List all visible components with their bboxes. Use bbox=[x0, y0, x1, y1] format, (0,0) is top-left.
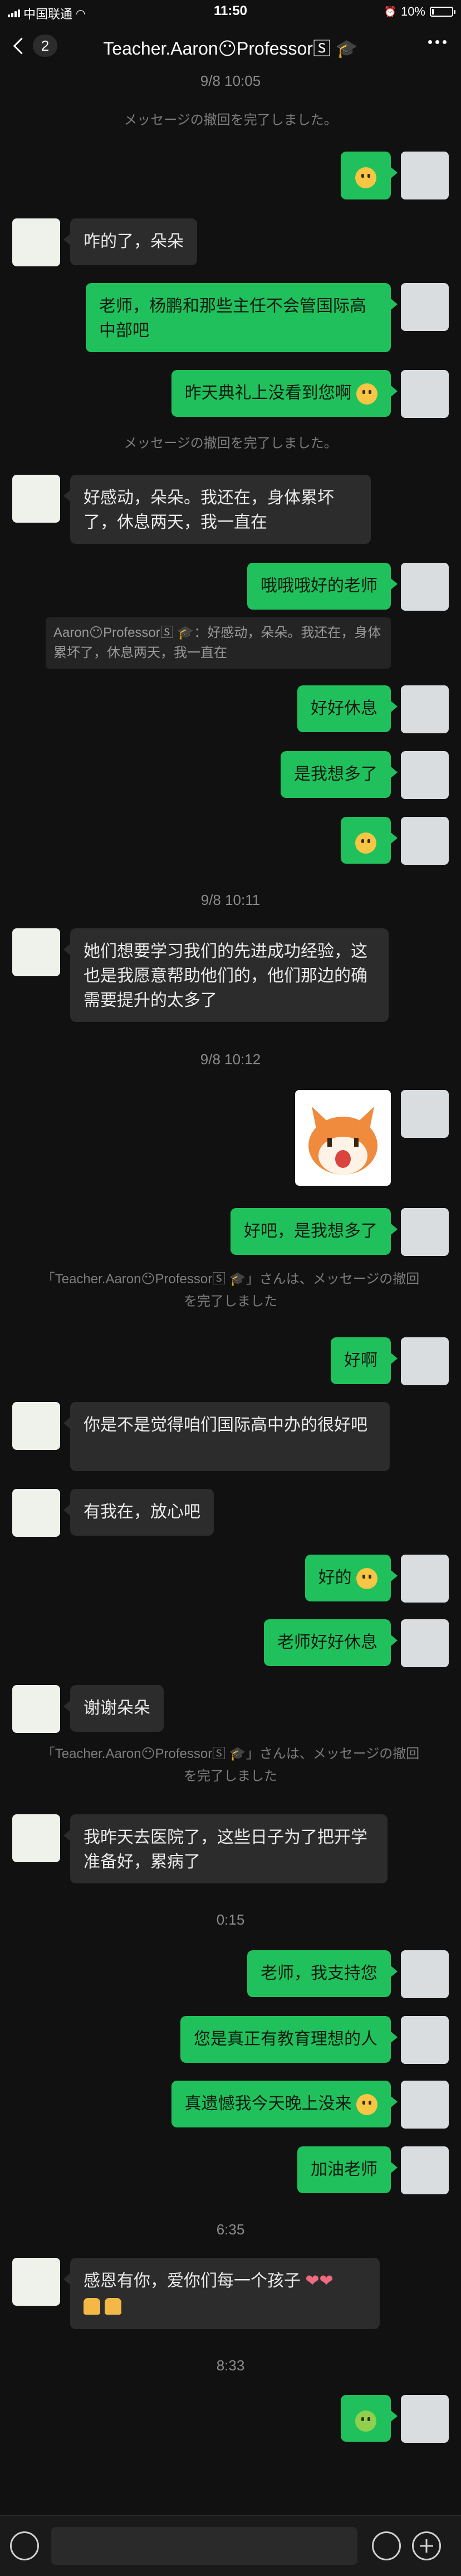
contact-avatar[interactable] bbox=[12, 1489, 60, 1537]
grin-emoji-icon bbox=[356, 1568, 377, 1590]
chat-title: Teacher.Aaron😶Professor🅂 🎓 bbox=[103, 38, 358, 59]
alarm-icon: ⏰ bbox=[384, 6, 396, 17]
my-avatar[interactable] bbox=[401, 1619, 449, 1667]
message-bubble[interactable]: 是我想多了 bbox=[281, 751, 398, 798]
system-notice: メッセージの撤回を完了しました。 bbox=[124, 113, 337, 128]
quoted-message[interactable]: Aaron😶Professor🅂 🎓：好感动，朵朵。我还在，身体累坏了，休息两天… bbox=[46, 617, 391, 669]
message-bubble[interactable] bbox=[341, 2395, 398, 2442]
message-bubble[interactable]: 感恩有你，爱你们每一个孩子 ❤❤ bbox=[63, 2258, 380, 2329]
timestamp: 0:15 bbox=[216, 1911, 245, 1928]
message-bubble[interactable]: 好好休息 bbox=[297, 685, 398, 732]
voice-input-icon[interactable] bbox=[10, 2531, 39, 2560]
timestamp: 8:33 bbox=[216, 2357, 245, 2374]
my-avatar[interactable] bbox=[401, 1337, 449, 1385]
my-avatar[interactable] bbox=[401, 2395, 449, 2443]
laugh-cry-emoji-icon bbox=[355, 832, 376, 854]
add-attachment-icon[interactable] bbox=[412, 2531, 441, 2560]
heart-emoji-icon: ❤ bbox=[305, 2272, 320, 2290]
contact-avatar[interactable] bbox=[12, 1685, 60, 1733]
my-avatar[interactable] bbox=[401, 283, 449, 331]
message-bubble[interactable]: 谢谢朵朵 bbox=[63, 1685, 164, 1732]
message-bubble[interactable]: 好啊 bbox=[331, 1337, 398, 1384]
emoji-picker-icon[interactable] bbox=[372, 2531, 401, 2560]
my-avatar[interactable] bbox=[401, 1555, 449, 1603]
message-bubble[interactable]: 咋的了，朵朵 bbox=[63, 218, 197, 265]
battery-percent: 10% bbox=[400, 4, 425, 18]
my-avatar[interactable] bbox=[401, 370, 449, 418]
message-bubble[interactable]: 真遗憾我今天晚上没来 bbox=[171, 2081, 398, 2127]
system-notice: メッセージの撤回を完了しました。 bbox=[124, 436, 337, 451]
my-avatar[interactable] bbox=[401, 1208, 449, 1256]
message-bubble[interactable]: 她们想要学习我们的先进成功经验，这也是我愿意帮助他们的，他们那边的确需要提升的太… bbox=[63, 928, 389, 1022]
my-avatar[interactable] bbox=[401, 1090, 449, 1138]
message-bubble[interactable]: 老师，我支持您 bbox=[247, 1950, 398, 1997]
timestamp: 9/8 10:05 bbox=[200, 72, 261, 89]
timestamp: 9/8 10:11 bbox=[200, 892, 261, 908]
my-avatar[interactable] bbox=[401, 2146, 449, 2194]
message-bubble[interactable]: 我昨天去医院了，这些日子为了把开学准备好，累病了 bbox=[63, 1814, 388, 1883]
chat-header: 2 Teacher.Aaron😶Professor🅂 🎓 bbox=[0, 25, 461, 69]
my-avatar[interactable] bbox=[401, 751, 449, 799]
frog-emoji-icon bbox=[355, 2411, 376, 2432]
pray-emoji-icon bbox=[105, 2298, 122, 2315]
smile-emoji-icon bbox=[355, 167, 376, 189]
my-avatar[interactable] bbox=[401, 817, 449, 865]
my-avatar[interactable] bbox=[401, 2016, 449, 2064]
message-bubble[interactable]: 好吧，是我想多了 bbox=[230, 1208, 398, 1255]
more-options-icon[interactable] bbox=[428, 40, 447, 44]
my-avatar[interactable] bbox=[401, 563, 449, 611]
message-input[interactable] bbox=[51, 2527, 357, 2565]
message-bubble[interactable]: 好感动，朵朵。我还在，身体累坏了，休息两天，我一直在 bbox=[63, 475, 371, 544]
battery-level bbox=[432, 9, 434, 14]
my-avatar[interactable] bbox=[401, 1950, 449, 1998]
my-avatar[interactable] bbox=[401, 2081, 449, 2129]
message-bubble[interactable]: 老师好好休息 bbox=[264, 1619, 398, 1666]
message-bubble[interactable]: 好的 bbox=[305, 1555, 398, 1601]
contact-avatar[interactable] bbox=[12, 218, 60, 266]
message-bubble[interactable]: 加油老师 bbox=[297, 2146, 398, 2193]
input-bar bbox=[0, 2515, 461, 2576]
battery-icon bbox=[430, 7, 455, 17]
message-bubble[interactable]: 昨天典礼上没看到您啊 bbox=[171, 370, 398, 417]
status-right: ⏰ 10% bbox=[384, 4, 455, 19]
message-text: 好的 bbox=[318, 1569, 352, 1587]
system-notice: 「Teacher.Aaron😶Professor🅂 🎓」さんは、メッセージの撤回… bbox=[41, 1746, 420, 1784]
contact-avatar[interactable] bbox=[12, 475, 60, 523]
message-bubble[interactable]: 哦哦哦好的老师 bbox=[247, 563, 398, 610]
timestamp: 6:35 bbox=[216, 2221, 245, 2238]
contact-avatar[interactable] bbox=[12, 928, 60, 976]
status-bar: 中国联通 ◠ 11:50 ⏰ 10% bbox=[0, 0, 461, 25]
contact-avatar[interactable] bbox=[12, 1402, 60, 1450]
fox-sticker-icon bbox=[295, 1090, 391, 1186]
timestamp: 9/8 10:12 bbox=[200, 1051, 261, 1068]
message-bubble[interactable]: 有我在，放心吧 bbox=[63, 1489, 214, 1536]
message-bubble[interactable]: 你是不是觉得咱们国际高中办的很好吧 bbox=[63, 1402, 390, 1471]
contact-avatar[interactable] bbox=[12, 2258, 60, 2306]
laugh-cry-emoji-icon bbox=[356, 2094, 377, 2116]
pray-emoji-icon bbox=[84, 2298, 100, 2315]
message-text: 真遗憾我今天晚上没来 bbox=[184, 2095, 352, 2113]
smile-emoji-icon bbox=[356, 383, 377, 405]
message-bubble[interactable]: 老师，杨鹏和那些主任不会管国际高中部吧 bbox=[86, 283, 398, 352]
fox-sticker-image[interactable] bbox=[295, 1090, 391, 1186]
system-notice: 「Teacher.Aaron😶Professor🅂 🎓」さんは、メッセージの撤回… bbox=[41, 1272, 420, 1309]
message-bubble[interactable]: 您是真正有教育理想的人 bbox=[180, 2016, 398, 2063]
message-text: 感恩有你，爱你们每一个孩子 bbox=[84, 2272, 301, 2290]
contact-avatar[interactable] bbox=[12, 1814, 60, 1862]
message-text: 昨天典礼上没看到您啊 bbox=[184, 384, 352, 402]
my-avatar[interactable] bbox=[401, 685, 449, 733]
message-bubble[interactable] bbox=[341, 152, 398, 199]
my-avatar[interactable] bbox=[401, 152, 449, 199]
heart-emoji-icon: ❤ bbox=[319, 2272, 334, 2290]
message-bubble[interactable] bbox=[341, 817, 398, 864]
